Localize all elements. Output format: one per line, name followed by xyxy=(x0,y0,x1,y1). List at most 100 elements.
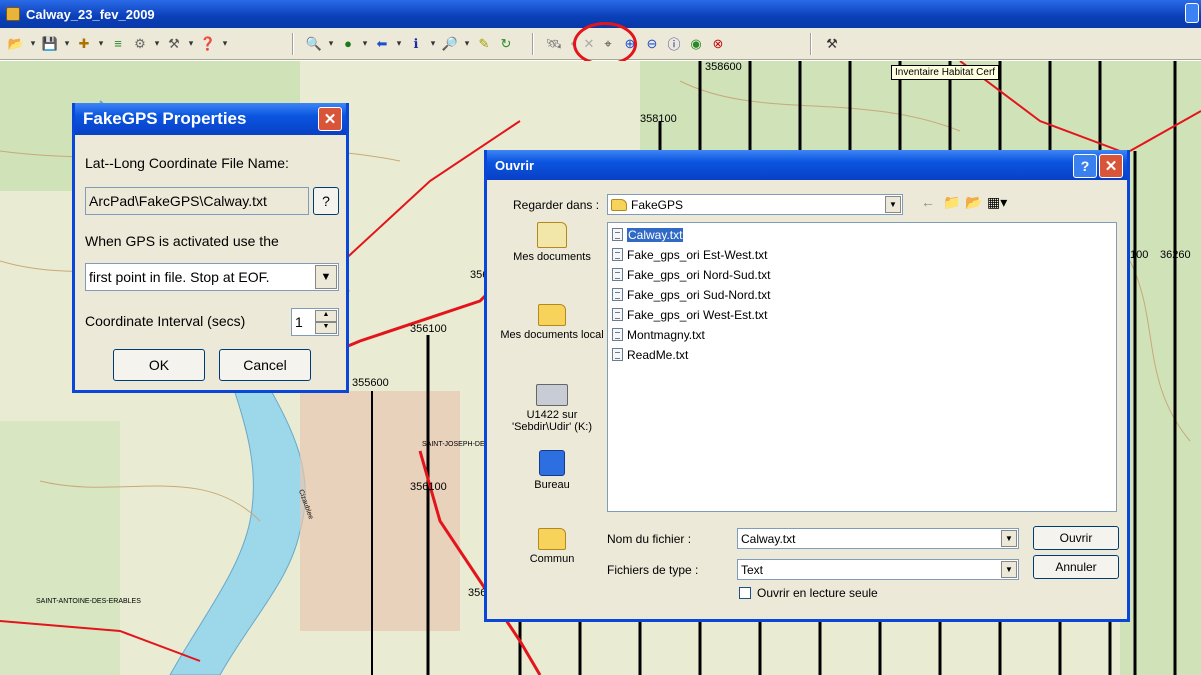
text-file-icon xyxy=(612,248,623,261)
place-my-documents[interactable]: Mes documents xyxy=(497,222,607,263)
place-label: Commun xyxy=(529,553,575,565)
chevron-down-icon[interactable]: ▼ xyxy=(315,265,337,289)
identify-icon[interactable]: ℹ xyxy=(406,33,426,55)
survey-tool-icon[interactable]: ⚒ xyxy=(822,33,842,55)
spin-down-icon[interactable]: ▼ xyxy=(315,322,337,334)
map-grid-label: 356100 xyxy=(410,481,447,493)
help-icon[interactable]: ❓ xyxy=(198,33,218,55)
place-network-drive[interactable]: U1422 sur 'Sebdir\Udir' (K:) xyxy=(497,384,607,433)
list-item[interactable]: Calway.txt xyxy=(612,225,684,244)
gps-mode-value: first point in file. Stop at EOF. xyxy=(89,269,270,285)
stop-icon[interactable]: ⊗ xyxy=(708,33,728,55)
cancel-button[interactable]: Annuler xyxy=(1033,555,1119,579)
folder-icon xyxy=(538,528,566,550)
dialog-title: FakeGPS Properties xyxy=(83,109,247,128)
readonly-checkbox[interactable] xyxy=(739,587,751,599)
interval-spinner[interactable]: 1 ▲ ▼ xyxy=(291,308,339,336)
find-icon[interactable]: 🔎 xyxy=(440,33,460,55)
view-menu-icon[interactable]: ▦▾ xyxy=(987,194,1007,211)
chevron-down-icon[interactable]: ▼ xyxy=(1001,530,1017,547)
chevron-down-icon[interactable]: ▾ xyxy=(326,38,336,49)
chevron-down-icon[interactable]: ▾ xyxy=(62,38,72,49)
toolbar-separator xyxy=(292,32,294,55)
place-my-documents-local[interactable]: Mes documents local xyxy=(497,304,607,341)
cancel-button[interactable]: Cancel xyxy=(219,349,311,381)
chevron-down-icon[interactable]: ▼ xyxy=(885,196,901,213)
map-grid-label: 358100 xyxy=(640,113,677,125)
interval-label: Coordinate Interval (secs) xyxy=(85,313,246,329)
chevron-down-icon[interactable]: ▾ xyxy=(152,38,162,49)
tool-tooltip: Inventaire Habitat Cerf xyxy=(891,65,1000,80)
chevron-down-icon[interactable]: ▾ xyxy=(28,38,38,49)
chevron-down-icon[interactable]: ▾ xyxy=(428,38,438,49)
place-label: U1422 sur 'Sebdir\Udir' (K:) xyxy=(512,409,592,433)
ok-button[interactable]: OK xyxy=(113,349,205,381)
chevron-down-icon[interactable]: ▾ xyxy=(462,38,472,49)
file-name-input[interactable]: Calway.txt ▼ xyxy=(737,528,1019,549)
save-icon[interactable]: 💾 xyxy=(40,33,60,55)
text-file-icon xyxy=(612,288,623,301)
dialog-titlebar: Ouvrir xyxy=(487,150,1127,180)
chevron-down-icon[interactable]: ▾ xyxy=(186,38,196,49)
folder-icon xyxy=(611,198,627,211)
list-item[interactable]: Fake_gps_ori Est-West.txt xyxy=(612,245,768,264)
globe-icon[interactable]: ● xyxy=(338,33,358,55)
file-name-field[interactable]: ArcPad\FakeGPS\Calway.txt xyxy=(85,187,309,215)
file-name-label: Lat--Long Coordinate File Name: xyxy=(85,155,289,171)
layer-properties-icon[interactable]: ≡ xyxy=(108,33,128,55)
up-folder-icon[interactable]: 📁 xyxy=(943,194,960,211)
chevron-down-icon[interactable]: ▾ xyxy=(96,38,106,49)
map-grid-label: 358600 xyxy=(705,61,742,73)
gps-mode-select[interactable]: first point in file. Stop at EOF. ▼ xyxy=(85,263,339,291)
zoom-out-icon[interactable]: ⊖ xyxy=(642,33,662,55)
back-arrow-icon[interactable]: ⬅ xyxy=(372,33,392,55)
map-place-label: SAINT-ANTOINE-DES-ERABLES xyxy=(36,598,141,605)
new-folder-icon[interactable]: 📂 xyxy=(965,194,982,211)
info-icon[interactable]: ⓘ xyxy=(664,33,684,55)
list-item[interactable]: Fake_gps_ori Sud-Nord.txt xyxy=(612,285,770,304)
chevron-down-icon[interactable]: ▾ xyxy=(220,38,230,49)
list-item[interactable]: Montmagny.txt xyxy=(612,325,705,344)
open-button[interactable]: Ouvrir xyxy=(1033,526,1119,550)
place-label: Bureau xyxy=(534,479,570,491)
folder-icon xyxy=(538,304,566,326)
list-item[interactable]: Fake_gps_ori West-Est.txt xyxy=(612,305,768,324)
place-desktop[interactable]: Bureau xyxy=(497,450,607,491)
chevron-down-icon[interactable]: ▾ xyxy=(394,38,404,49)
window-control-button[interactable] xyxy=(1185,3,1199,23)
file-type-label: Fichiers de type : xyxy=(607,563,699,577)
desktop-icon xyxy=(539,450,565,476)
close-icon: ✕ xyxy=(1104,158,1118,175)
list-item[interactable]: ReadMe.txt xyxy=(612,345,688,364)
chevron-down-icon[interactable]: ▾ xyxy=(360,38,370,49)
gps-icon[interactable]: 🛰 xyxy=(544,33,564,55)
close-button[interactable]: ✕ xyxy=(318,107,342,131)
my-documents-icon xyxy=(537,222,567,248)
pen-icon[interactable]: ✎ xyxy=(474,33,494,55)
place-label: Mes documents xyxy=(513,251,591,263)
browse-button[interactable]: ? xyxy=(313,187,339,215)
map-grid-label: 355600 xyxy=(352,377,389,389)
help-button[interactable]: ? xyxy=(1073,154,1097,178)
record-tools-icon[interactable]: ⚒ xyxy=(164,33,184,55)
network-drive-icon xyxy=(536,384,568,406)
text-file-icon xyxy=(612,268,623,281)
add-layer-icon[interactable]: ✚ xyxy=(74,33,94,55)
close-button[interactable]: ✕ xyxy=(1099,154,1123,178)
dialog-titlebar: FakeGPS Properties xyxy=(75,103,346,135)
activate-label: When GPS is activated use the xyxy=(85,233,279,249)
place-common[interactable]: Commun xyxy=(497,528,607,565)
list-item[interactable]: Fake_gps_ori Nord-Sud.txt xyxy=(612,265,770,284)
open-file-icon[interactable]: 📂 xyxy=(6,33,26,55)
spin-up-icon[interactable]: ▲ xyxy=(315,310,337,322)
chevron-down-icon[interactable]: ▼ xyxy=(1001,561,1017,578)
center-icon[interactable]: ◉ xyxy=(686,33,706,55)
zoom-icon[interactable]: 🔍 xyxy=(304,33,324,55)
file-list[interactable]: Calway.txt Fake_gps_ori Est-West.txt Fak… xyxy=(607,222,1117,512)
gps-tools-icon[interactable]: ⚙ xyxy=(130,33,150,55)
back-arrow-icon[interactable]: ← xyxy=(921,194,935,210)
look-in-select[interactable]: FakeGPS ▼ xyxy=(607,194,903,215)
toolbar-separator xyxy=(532,32,534,55)
refresh-icon[interactable]: ↻ xyxy=(496,33,516,55)
file-type-select[interactable]: Text ▼ xyxy=(737,559,1019,580)
